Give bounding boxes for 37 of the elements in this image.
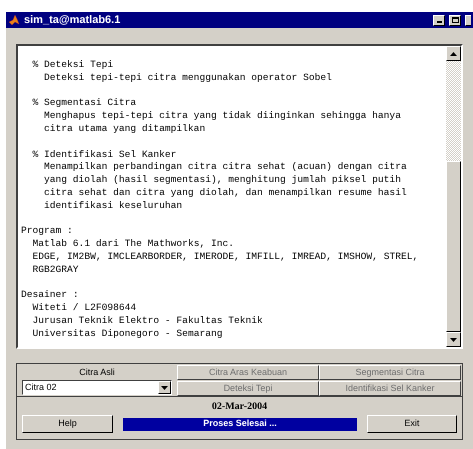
- topic-description: citra utama yang ditampilkan: [43, 122, 206, 136]
- topic-heading: % Identifikasi Sel Kanker: [32, 148, 176, 162]
- date-label: 02-Mar-2004: [212, 401, 268, 413]
- topic-description: citra sehat dan citra yang diolah, dan menampilkan resume hasil: [43, 186, 407, 200]
- topic-description: yang diolah (hasil segmentasi), menghitung jumlah piksel putih: [43, 174, 401, 187]
- section-line: Universitas Diponegoro - Semarang: [32, 328, 222, 341]
- section-heading: Program :: [21, 225, 73, 238]
- section-line: RGB2GRAY: [32, 264, 79, 277]
- scrollbar[interactable]: [446, 46, 461, 347]
- exit-button[interactable]: Exit: [366, 415, 457, 433]
- topic-description: Deteksi tepi-tepi citra menggunakan operator Sobel: [43, 72, 332, 85]
- select-label: Citra Asli: [79, 367, 115, 378]
- scroll-up-button[interactable]: [446, 46, 461, 61]
- help-button[interactable]: Help: [22, 415, 114, 433]
- caret-icon: [161, 386, 168, 390]
- maximize-button[interactable]: [449, 14, 461, 26]
- app-icon: [8, 14, 20, 26]
- topic-heading: % Segmentasi Citra: [32, 97, 136, 110]
- minimize-button[interactable]: [433, 14, 445, 26]
- topic-description: Menampilkan perbandingan citra citra sehat (acuan) dengan citra: [43, 161, 407, 174]
- dropdown-button[interactable]: [158, 381, 171, 394]
- scroll-down-button[interactable]: [446, 332, 461, 347]
- window-title: sim_ta@matlab6.1: [24, 12, 122, 28]
- topic-description: Menghapus tepi-tepi citra yang tidak diinginkan sehingga hanya: [43, 110, 401, 123]
- section-line: Witeti / L2F098644: [32, 302, 136, 315]
- down-arrow-icon: [450, 338, 457, 342]
- section-line: Matlab 6.1 dari The Mathworks, Inc.: [32, 238, 234, 251]
- up-arrow-icon: [450, 52, 457, 56]
- section-line: EDGE, IM2BW, IMCLEARBORDER, IMERODE, IMFILL, IMREAD, IMSHOW, STREL,: [32, 250, 418, 264]
- status-bar: Proses Selesai ...: [123, 418, 357, 430]
- image-dropdown[interactable]: Citra 02: [22, 380, 172, 395]
- topic-heading: % Deteksi Tepi: [32, 59, 114, 72]
- section-line: Jurusan Teknik Elektro - Fakultas Teknik: [32, 314, 263, 328]
- section-heading: Desainer :: [21, 289, 79, 302]
- close-button[interactable]: [465, 14, 471, 26]
- topic-description: identifikasi keseluruhan: [43, 200, 182, 213]
- scroll-thumb[interactable]: [446, 161, 461, 332]
